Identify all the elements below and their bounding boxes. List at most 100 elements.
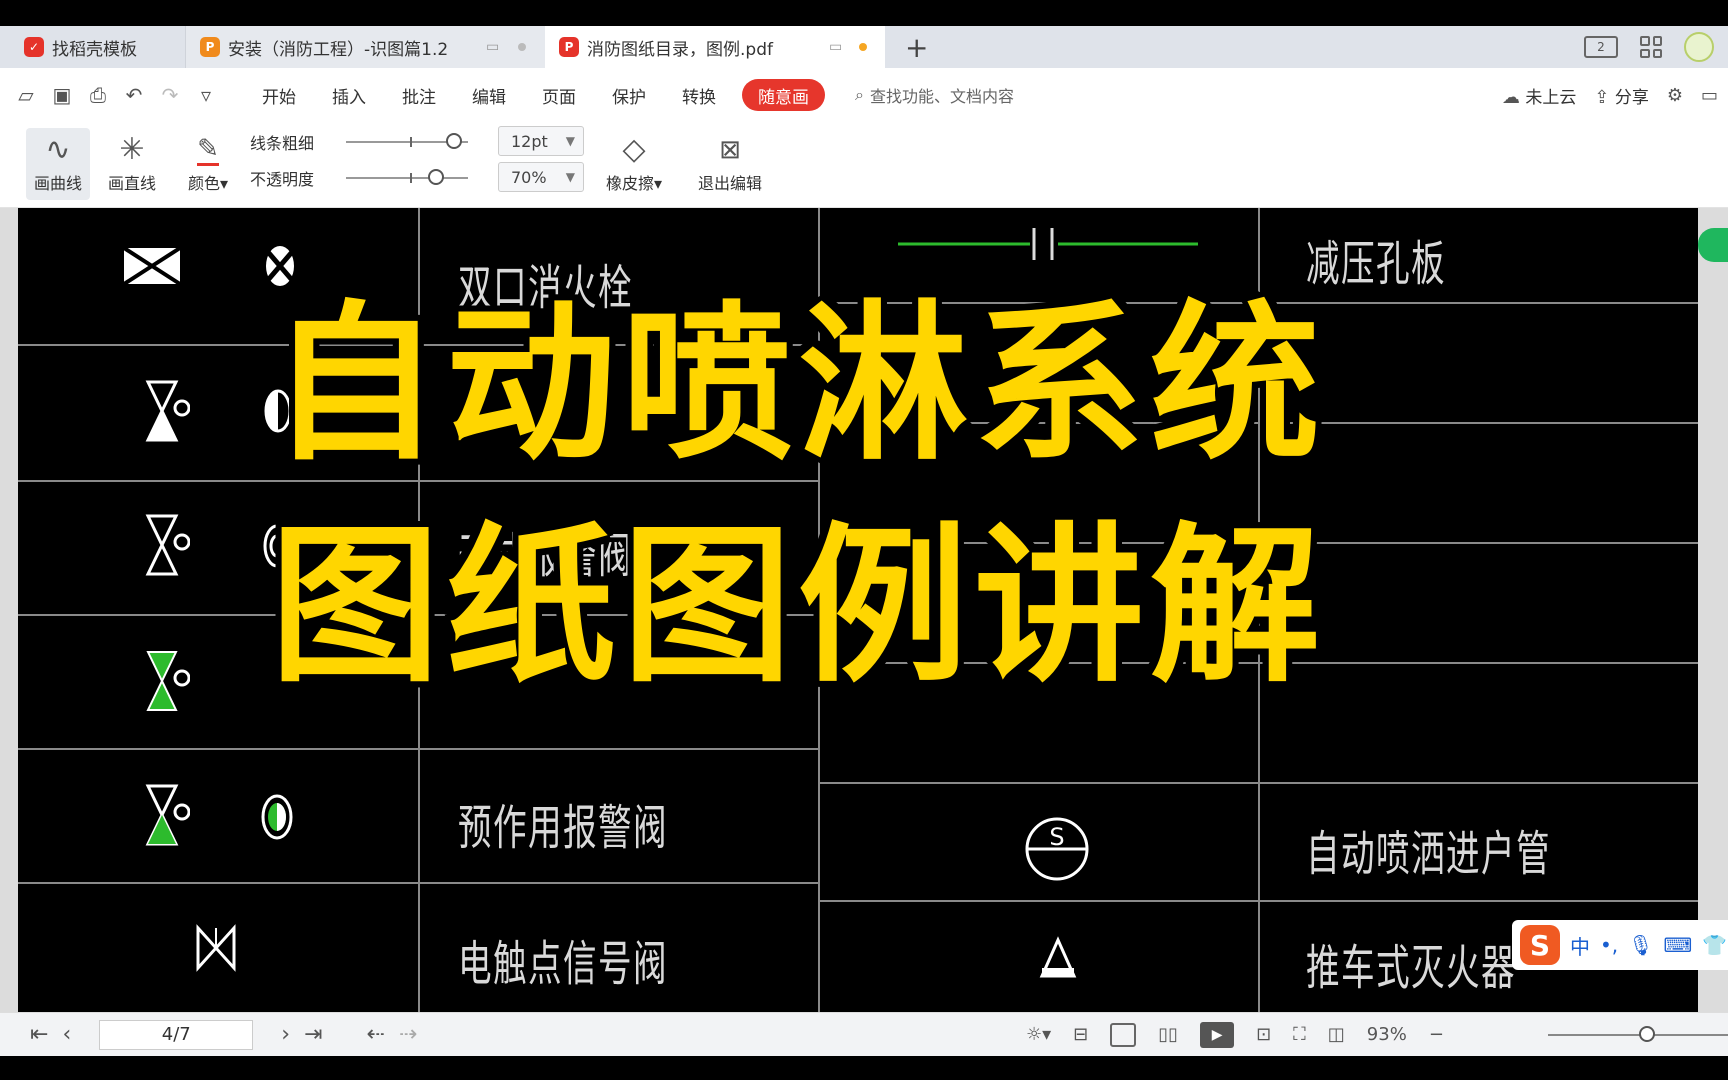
chevron-down-icon: ▼ [565,170,575,184]
menu-annotate[interactable]: 批注 [384,79,454,111]
new-tab-button[interactable]: + [905,31,928,64]
eraser-text: 橡皮擦 [605,174,654,193]
next-page-icon[interactable]: › [281,1022,290,1047]
thickness-select[interactable]: 12pt ▼ [498,126,584,156]
pen-icon: ✎ [197,134,219,166]
sprinkler-inlet-icon: S [1025,817,1089,881]
forward-icon[interactable]: ⇢ [399,1022,417,1047]
thickness-label: 线条粗细 [250,134,315,153]
menu-bar: ▱ ▣ ⎙ ↶ ↷ ▿ 开始 插入 批注 编辑 页面 保护 转换 随意画 ⌕ 查… [0,68,1728,122]
sogou-logo-icon[interactable]: S [1520,925,1560,965]
screen-icon[interactable]: ▭ [829,39,842,55]
zoom-slider-knob[interactable] [1639,1026,1655,1042]
chevron-down-icon: ▼ [565,134,575,148]
ime-language[interactable]: 中 [1570,931,1590,960]
opacity-label: 不透明度 [250,170,315,189]
actual-size-icon[interactable]: ⊡ [1256,1024,1271,1045]
microphone-icon[interactable]: 🎙 [1628,933,1653,957]
last-page-icon[interactable]: ⇥ [304,1022,322,1047]
bottom-border [0,1056,1728,1080]
opacity-value: 70% [511,167,547,187]
thickness-slider-knob[interactable] [446,133,462,149]
search-placeholder: 查找功能、文档内容 [869,87,1014,106]
screen-icon[interactable]: ▭ [486,39,499,55]
zoom-value[interactable]: 93% [1367,1024,1407,1045]
menu-edit[interactable]: 编辑 [454,79,524,111]
cloud-button[interactable]: ☁ 未上云 [1502,83,1576,108]
green-indicator-icon [261,794,293,840]
side-table-icon[interactable] [1698,228,1728,262]
menu-convert[interactable]: 转换 [664,79,734,111]
punctuation-icon[interactable]: •, [1600,933,1618,957]
close-box-icon: ⊠ [719,135,741,165]
tab-pdf-active[interactable]: P 消防图纸目录，图例.pdf ▭ [545,26,885,68]
status-bar: ⇤ ‹ 4/7 › ⇥ ⇠ ⇢ ☼▾ ⊟ ▯▯ ▶ ⊡ ⛶ ◫ 93% − [0,1012,1728,1056]
deluge-valve-icon [146,651,190,711]
cloud-icon: ☁ [1501,86,1520,108]
eraser-button[interactable]: ◇ 橡皮擦▾ [596,128,672,200]
search-input[interactable]: ⌕ 查找功能、文档内容 [855,83,1014,107]
more-down-icon[interactable]: ▿ [196,83,216,107]
avatar[interactable] [1684,32,1714,62]
line-icon: ✳ [119,132,145,167]
first-page-icon[interactable]: ⇤ [30,1022,48,1047]
open-icon[interactable]: ▱ [16,83,36,107]
opacity-slider-knob[interactable] [428,169,444,185]
undo-icon[interactable]: ↶ [124,83,144,107]
tab-ppt[interactable]: P 安装（消防工程）-识图篇1.2 ▭ [185,26,545,68]
skin-icon[interactable]: 👕 [1702,933,1727,957]
draw-curve-label: 画曲线 [33,174,82,193]
alarm-valve-icon [145,380,190,442]
page-number-input[interactable]: 4/7 [99,1019,254,1050]
fit-page-icon[interactable]: ⛶ [1293,1024,1306,1045]
apps-grid-icon[interactable] [1640,36,1662,58]
tab-label: 安装（消防工程）-识图篇1.2 [228,39,449,60]
hydrant-round-icon [266,246,294,286]
menu-items: 开始 插入 批注 编辑 页面 保护 转换 随意画 [244,79,825,111]
print-icon[interactable]: ⎙ [88,83,108,107]
docer-icon: ✓ [24,37,44,57]
draw-curve-button[interactable]: ∿ 画曲线 [26,128,90,200]
label-cart-extinguisher: 推车式灭火器 [1306,940,1517,996]
overlay-title-line2: 图纸图例讲解 [270,508,1327,706]
play-button[interactable]: ▶ [1200,1021,1235,1048]
window-count-button[interactable]: 2 [1584,36,1618,58]
menu-protect[interactable]: 保护 [594,79,664,111]
label-orifice-plate: 减压孔板 [1306,236,1447,292]
continuous-view-icon[interactable]: ⊟ [1073,1024,1088,1045]
menu-freehand-active[interactable]: 随意画 [742,79,825,111]
keyboard-icon[interactable]: ⌨ [1664,933,1693,957]
two-page-icon[interactable]: ▯▯ [1158,1024,1178,1045]
fit-width-icon[interactable]: ◫ [1328,1024,1345,1045]
single-page-icon[interactable] [1110,1022,1137,1047]
comment-icon[interactable]: ▭ [1701,85,1718,106]
redo-icon[interactable]: ↷ [160,83,180,107]
back-icon[interactable]: ⇠ [367,1022,385,1047]
draw-line-button[interactable]: ✳ 画直线 [100,128,164,200]
eraser-label: 橡皮擦▾ [605,174,663,193]
unsaved-dot[interactable] [859,43,867,51]
color-button[interactable]: ✎ 颜色▾ [176,128,240,200]
menu-page[interactable]: 页面 [524,79,594,111]
tab-docer[interactable]: ✓ 找稻壳模板 [0,26,185,68]
menu-insert[interactable]: 插入 [314,79,384,111]
opacity-select[interactable]: 70% ▼ [498,162,584,192]
exit-edit-button[interactable]: ⊠ 退出编辑 [690,128,770,200]
ppt-icon: P [200,37,220,57]
eye-protect-icon[interactable]: ☼▾ [1026,1024,1051,1045]
label-sprinkler-inlet: 自动喷洒进户管 [1306,826,1552,882]
save-icon[interactable]: ▣ [52,83,72,107]
settings-icon[interactable]: ⚙ [1667,85,1683,106]
curve-icon: ∿ [45,132,71,167]
share-label: 分享 [1614,87,1649,108]
orifice-plate-icon [898,228,1198,260]
menu-start[interactable]: 开始 [244,79,314,111]
tab-close-dot[interactable] [518,43,526,51]
zoom-slider-track[interactable] [1548,1034,1728,1036]
opacity-slider-track[interactable] [346,177,468,179]
cloud-label: 未上云 [1525,87,1577,108]
prev-page-icon[interactable]: ‹ [62,1022,71,1047]
pdf-page: 双口消火栓 干式报警阀 预作用报警阀 电触点信号阀 S 减压孔板 自动喷洒进户管… [18,208,1698,1012]
share-button[interactable]: ⇪ 分享 [1594,83,1649,108]
zoom-out-icon[interactable]: − [1429,1024,1444,1045]
